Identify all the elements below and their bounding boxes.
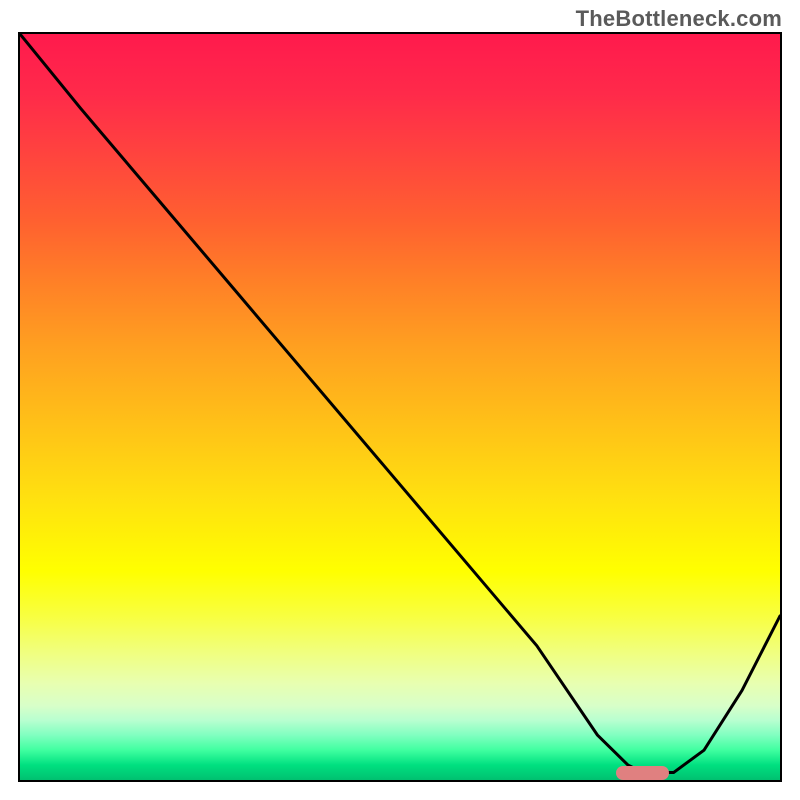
plot-area	[18, 32, 782, 782]
watermark-text: TheBottleneck.com	[576, 6, 782, 32]
bottleneck-line	[20, 34, 780, 780]
optimal-range-marker	[616, 766, 669, 780]
chart-container: TheBottleneck.com	[0, 0, 800, 800]
